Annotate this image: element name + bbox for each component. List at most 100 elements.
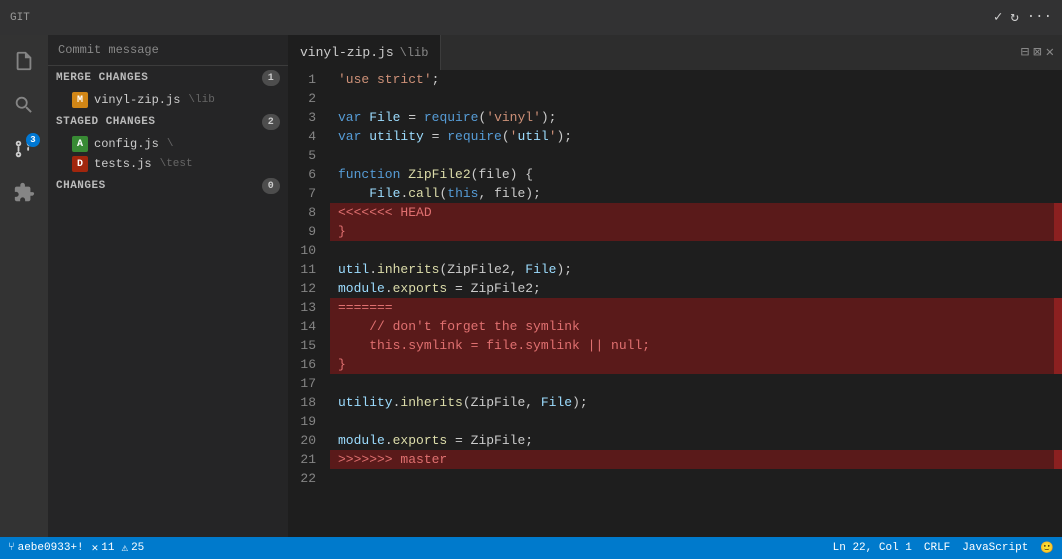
git-label: GIT — [10, 12, 30, 24]
gutter-line — [1054, 165, 1062, 184]
code-line — [330, 412, 1054, 431]
errors-status[interactable]: ✕ 11 ⚠ 25 — [92, 541, 145, 555]
gutter-line — [1054, 355, 1062, 374]
file-name: config.js — [94, 137, 159, 151]
line-ending[interactable]: CRLF — [924, 542, 950, 554]
code-line: utility.inherits(ZipFile, File); — [330, 393, 1054, 412]
file-dir: \lib — [188, 94, 214, 106]
merge-item-vinyl-zip[interactable]: M vinyl-zip.js \lib — [48, 90, 288, 110]
editor-content[interactable]: 12345678910111213141516171819202122 'use… — [288, 70, 1062, 537]
source-control-badge: 3 — [26, 133, 40, 147]
gutter-line — [1054, 393, 1062, 412]
line-number: 14 — [288, 317, 322, 336]
file-dir: \test — [160, 158, 193, 170]
more-icon[interactable]: ··· — [1027, 9, 1052, 26]
code-line: ======= — [330, 298, 1054, 317]
gutter-line — [1054, 89, 1062, 108]
file-status-letter-a: A — [72, 136, 88, 152]
line-number: 12 — [288, 279, 322, 298]
conflict-gutter — [1054, 70, 1062, 537]
staged-changes-label: STAGED CHANGES — [56, 116, 155, 128]
line-number: 1 — [288, 70, 322, 89]
tab-dir: \lib — [400, 46, 429, 60]
code-line: this.symlink = file.symlink || null; — [330, 336, 1054, 355]
checkmark-icon[interactable]: ✓ — [994, 9, 1002, 26]
gutter-line — [1054, 317, 1062, 336]
staged-item-tests[interactable]: D tests.js \test — [48, 154, 288, 174]
staged-changes-count: 2 — [262, 114, 280, 130]
sidebar: Commit message MERGE CHANGES 1 M vinyl-z… — [48, 35, 288, 537]
code-line — [330, 241, 1054, 260]
close-editor-icon[interactable]: ✕ — [1046, 44, 1054, 61]
title-bar: GIT ✓ ↻ ··· — [0, 0, 1062, 35]
code-line — [330, 89, 1054, 108]
refresh-icon[interactable]: ↻ — [1010, 9, 1018, 26]
gutter-line — [1054, 450, 1062, 469]
gutter-line — [1054, 108, 1062, 127]
gutter-line — [1054, 203, 1062, 222]
gutter-line — [1054, 241, 1062, 260]
editor-tab-vinyl-zip[interactable]: vinyl-zip.js \lib — [288, 35, 441, 70]
staged-item-config[interactable]: A config.js \ — [48, 134, 288, 154]
cursor-position[interactable]: Ln 22, Col 1 — [833, 542, 912, 554]
language-mode[interactable]: JavaScript — [962, 542, 1028, 554]
line-number: 20 — [288, 431, 322, 450]
extensions-icon[interactable] — [6, 175, 42, 211]
line-numbers: 12345678910111213141516171819202122 — [288, 70, 330, 537]
gutter-line — [1054, 146, 1062, 165]
main-content: 3 Commit message MERGE CHANGES 1 M vinyl… — [0, 35, 1062, 537]
line-number: 7 — [288, 184, 322, 203]
gutter-line — [1054, 184, 1062, 203]
code-line — [330, 469, 1054, 488]
branch-name: aebe0933+! — [18, 542, 84, 554]
gutter-line — [1054, 279, 1062, 298]
commit-message-input[interactable]: Commit message — [48, 35, 288, 66]
file-name: tests.js — [94, 157, 152, 171]
merge-changes-header[interactable]: MERGE CHANGES 1 — [48, 66, 288, 90]
branch-status[interactable]: ⑂ aebe0933+! — [8, 542, 84, 554]
gutter-line — [1054, 431, 1062, 450]
line-number: 16 — [288, 355, 322, 374]
line-number: 19 — [288, 412, 322, 431]
staged-changes-header[interactable]: STAGED CHANGES 2 — [48, 110, 288, 134]
split-editor-icon[interactable]: ⊟ — [1021, 44, 1029, 61]
line-number: 11 — [288, 260, 322, 279]
gutter-line — [1054, 336, 1062, 355]
gutter-line — [1054, 70, 1062, 89]
code-line: >>>>>>> master — [330, 450, 1054, 469]
code-line: } — [330, 222, 1054, 241]
line-number: 18 — [288, 393, 322, 412]
code-line: module.exports = ZipFile2; — [330, 279, 1054, 298]
code-line: function ZipFile2(file) { — [330, 165, 1054, 184]
file-dir: \ — [167, 138, 174, 150]
merge-changes-label: MERGE CHANGES — [56, 72, 148, 84]
gutter-line — [1054, 222, 1062, 241]
gutter-line — [1054, 127, 1062, 146]
line-number: 21 — [288, 450, 322, 469]
line-number: 5 — [288, 146, 322, 165]
line-number: 3 — [288, 108, 322, 127]
gutter-line — [1054, 374, 1062, 393]
file-status-letter-d: D — [72, 156, 88, 172]
file-status-letter-m: M — [72, 92, 88, 108]
code-area: 'use strict';var File = require('vinyl')… — [330, 70, 1054, 537]
line-number: 13 — [288, 298, 322, 317]
source-control-icon[interactable]: 3 — [6, 131, 42, 167]
files-icon[interactable] — [6, 43, 42, 79]
gutter-line — [1054, 260, 1062, 279]
line-number: 22 — [288, 469, 322, 488]
editor-tabs: vinyl-zip.js \lib ⊟ ⊠ ✕ — [288, 35, 1062, 70]
title-bar-actions: ✓ ↻ ··· — [994, 9, 1052, 26]
changes-label: CHANGES — [56, 180, 106, 192]
title-bar-left: GIT — [10, 12, 30, 24]
line-number: 10 — [288, 241, 322, 260]
open-changes-icon[interactable]: ⊠ — [1033, 44, 1041, 61]
code-line: module.exports = ZipFile; — [330, 431, 1054, 450]
gutter-line — [1054, 469, 1062, 488]
feedback-icon[interactable]: 🙂 — [1040, 541, 1054, 555]
search-icon[interactable] — [6, 87, 42, 123]
status-right: Ln 22, Col 1 CRLF JavaScript 🙂 — [833, 541, 1054, 555]
changes-header[interactable]: CHANGES 0 — [48, 174, 288, 198]
editor-tab-icons: ⊟ ⊠ ✕ — [1021, 44, 1062, 61]
error-count: 11 — [101, 542, 114, 554]
